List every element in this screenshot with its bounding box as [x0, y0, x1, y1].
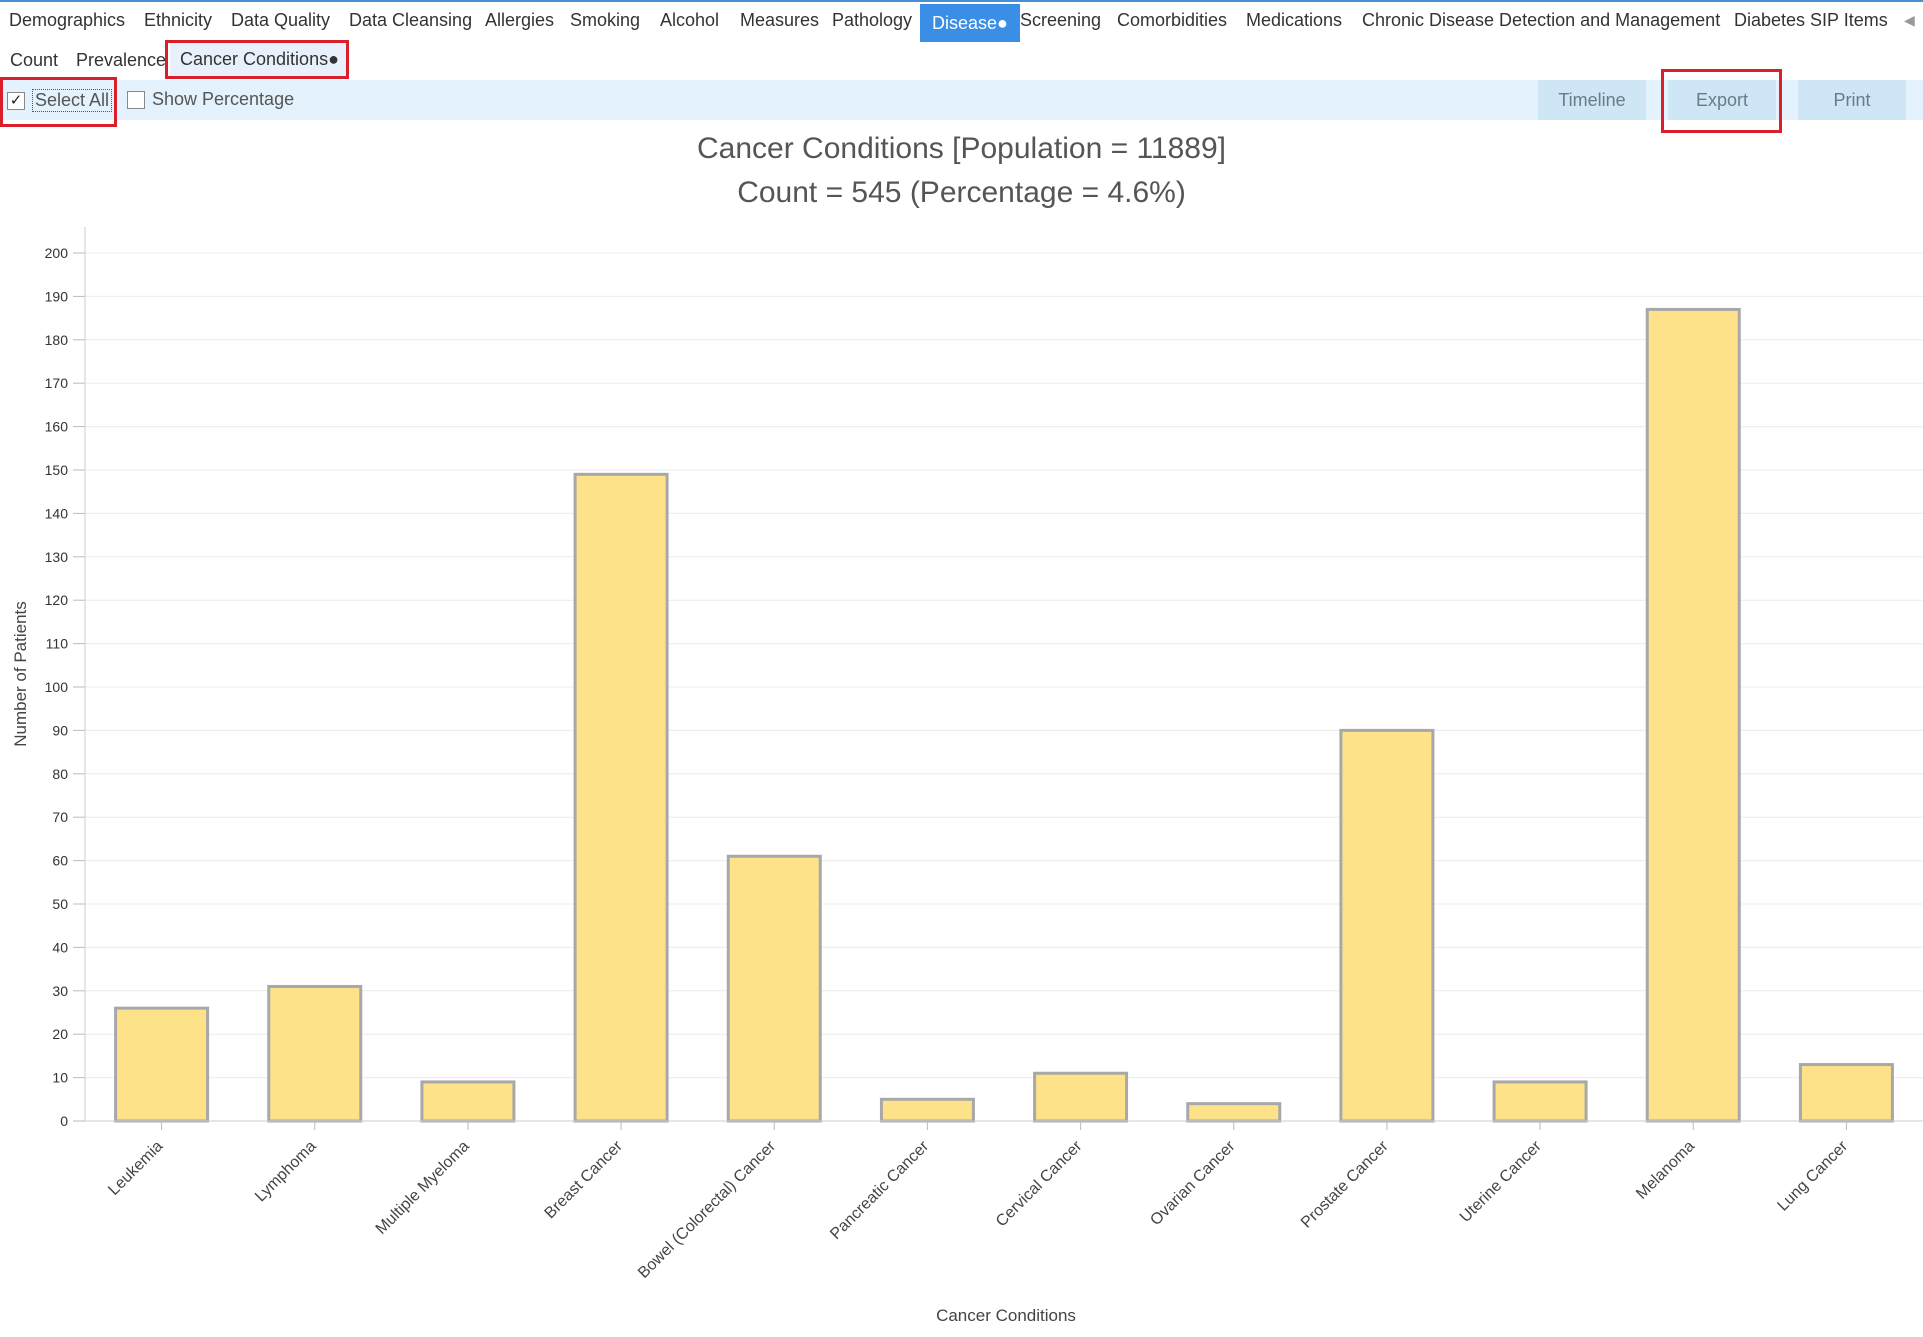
tab-data-quality[interactable]: Data Quality	[231, 10, 330, 31]
y-tick-label: 170	[45, 375, 69, 391]
tab-medications[interactable]: Medications	[1246, 10, 1342, 31]
y-tick-label: 50	[52, 896, 68, 912]
tab-chronic-disease[interactable]: Chronic Disease Detection and Management	[1362, 10, 1720, 31]
y-axis-title: Number of Patients	[11, 601, 30, 747]
show-percentage-checkbox[interactable]: Show Percentage	[127, 89, 294, 110]
select-all-label: Select All	[32, 89, 113, 112]
scroll-left-icon[interactable]: ◀	[1904, 12, 1915, 29]
x-tick-label: Breast Cancer	[542, 1137, 627, 1222]
bar-uterine-cancer[interactable]	[1492, 1080, 1588, 1123]
y-tick-label: 150	[45, 462, 69, 478]
y-tick-label: 130	[45, 549, 69, 565]
tab-screening[interactable]: Screening	[1020, 10, 1101, 31]
bar-prostate-cancer[interactable]	[1339, 728, 1435, 1123]
select-all-checkbox[interactable]: ✓ Select All	[7, 89, 113, 112]
tab-demographics[interactable]: Demographics	[9, 10, 125, 31]
show-percentage-label: Show Percentage	[152, 89, 295, 109]
x-tick-label: Lymphoma	[252, 1138, 320, 1206]
top-tab-bar: Demographics Ethnicity Data Quality Data…	[0, 0, 1923, 42]
y-tick-label: 200	[45, 245, 69, 261]
y-tick-label: 80	[52, 766, 68, 782]
tab-allergies[interactable]: Allergies	[485, 10, 554, 31]
bar-breast-cancer[interactable]	[573, 472, 669, 1123]
subtab-count[interactable]: Count	[10, 50, 58, 71]
bar-bowel-colorectal-cancer[interactable]	[726, 854, 822, 1123]
bars	[114, 307, 1894, 1123]
bar-multiple-myeloma[interactable]	[420, 1080, 516, 1123]
y-tick-label: 90	[52, 722, 68, 738]
print-button[interactable]: Print	[1798, 80, 1906, 120]
subtab-prevalence[interactable]: Prevalence	[76, 50, 166, 71]
y-tick-label: 0	[60, 1113, 68, 1129]
subtab-cancer-conditions[interactable]: Cancer Conditions●	[170, 42, 349, 76]
x-tick-label: Ovarian Cancer	[1147, 1137, 1239, 1229]
bar-ovarian-cancer[interactable]	[1186, 1102, 1282, 1123]
tick-labels: 0 10 20 30 40 50 60 70 80 90 100 110 120 130 140 150 160…	[45, 245, 1852, 1282]
y-tick-label: 140	[45, 505, 69, 521]
y-tick-label: 120	[45, 592, 69, 608]
x-tick-label: Pancreatic Cancer	[827, 1137, 933, 1243]
x-tick-label: Uterine Cancer	[1457, 1137, 1546, 1226]
y-tick-label: 40	[52, 939, 68, 955]
bar-lymphoma[interactable]	[267, 984, 363, 1123]
x-tick-label: Leukemia	[105, 1138, 166, 1199]
y-tick-label: 100	[45, 679, 69, 695]
y-tick-label: 20	[52, 1026, 68, 1042]
unchecked-box-icon	[127, 90, 145, 109]
y-tick-label: 70	[52, 809, 68, 825]
y-tick-label: 110	[46, 636, 69, 652]
bar-leukemia[interactable]	[114, 1006, 210, 1123]
x-axis-title: Cancer Conditions	[936, 1306, 1076, 1325]
y-tick-label: 160	[45, 419, 69, 435]
tab-diabetes-sip[interactable]: Diabetes SIP Items	[1734, 10, 1888, 31]
toolbar: ✓ Select All Show Percentage Timeline Ex…	[0, 80, 1923, 120]
tab-alcohol[interactable]: Alcohol	[660, 10, 719, 31]
x-tick-label: Cervical Cancer	[993, 1137, 1086, 1230]
y-tick-label: 10	[52, 1070, 68, 1086]
export-button[interactable]: Export	[1668, 80, 1776, 120]
y-tick-label: 180	[45, 332, 69, 348]
x-tick-label: Multiple Myeloma	[373, 1138, 473, 1238]
tab-data-cleansing[interactable]: Data Cleansing	[349, 10, 472, 31]
x-tick-label: Bowel (Colorectal) Cancer	[635, 1137, 780, 1282]
bar-pancreatic-cancer[interactable]	[879, 1097, 975, 1123]
y-tick-label: 30	[52, 983, 68, 999]
timeline-button[interactable]: Timeline	[1538, 80, 1646, 120]
bar-melanoma[interactable]	[1645, 307, 1741, 1123]
y-tick-label: 60	[52, 853, 68, 869]
tab-pathology[interactable]: Pathology	[832, 10, 912, 31]
tab-measures[interactable]: Measures	[740, 10, 819, 31]
tab-ethnicity[interactable]: Ethnicity	[144, 10, 212, 31]
tab-smoking[interactable]: Smoking	[570, 10, 640, 31]
tab-disease[interactable]: Disease●	[920, 4, 1020, 42]
y-tick-label: 190	[45, 288, 69, 304]
x-tick-label: Prostate Cancer	[1298, 1137, 1392, 1231]
checkmark-icon: ✓	[7, 91, 25, 110]
x-tick-label: Lung Cancer	[1774, 1137, 1851, 1214]
chart-title: Cancer Conditions [Population = 11889]	[697, 132, 1226, 165]
bar-cervical-cancer[interactable]	[1033, 1071, 1129, 1123]
bar-chart: 0 10 20 30 40 50 60 70 80 90 100 110 120 130 140 150 160…	[11, 227, 1923, 1325]
x-tick-label: Melanoma	[1633, 1138, 1698, 1203]
tab-comorbidities[interactable]: Comorbidities	[1117, 10, 1227, 31]
bar-lung-cancer[interactable]	[1798, 1063, 1894, 1123]
